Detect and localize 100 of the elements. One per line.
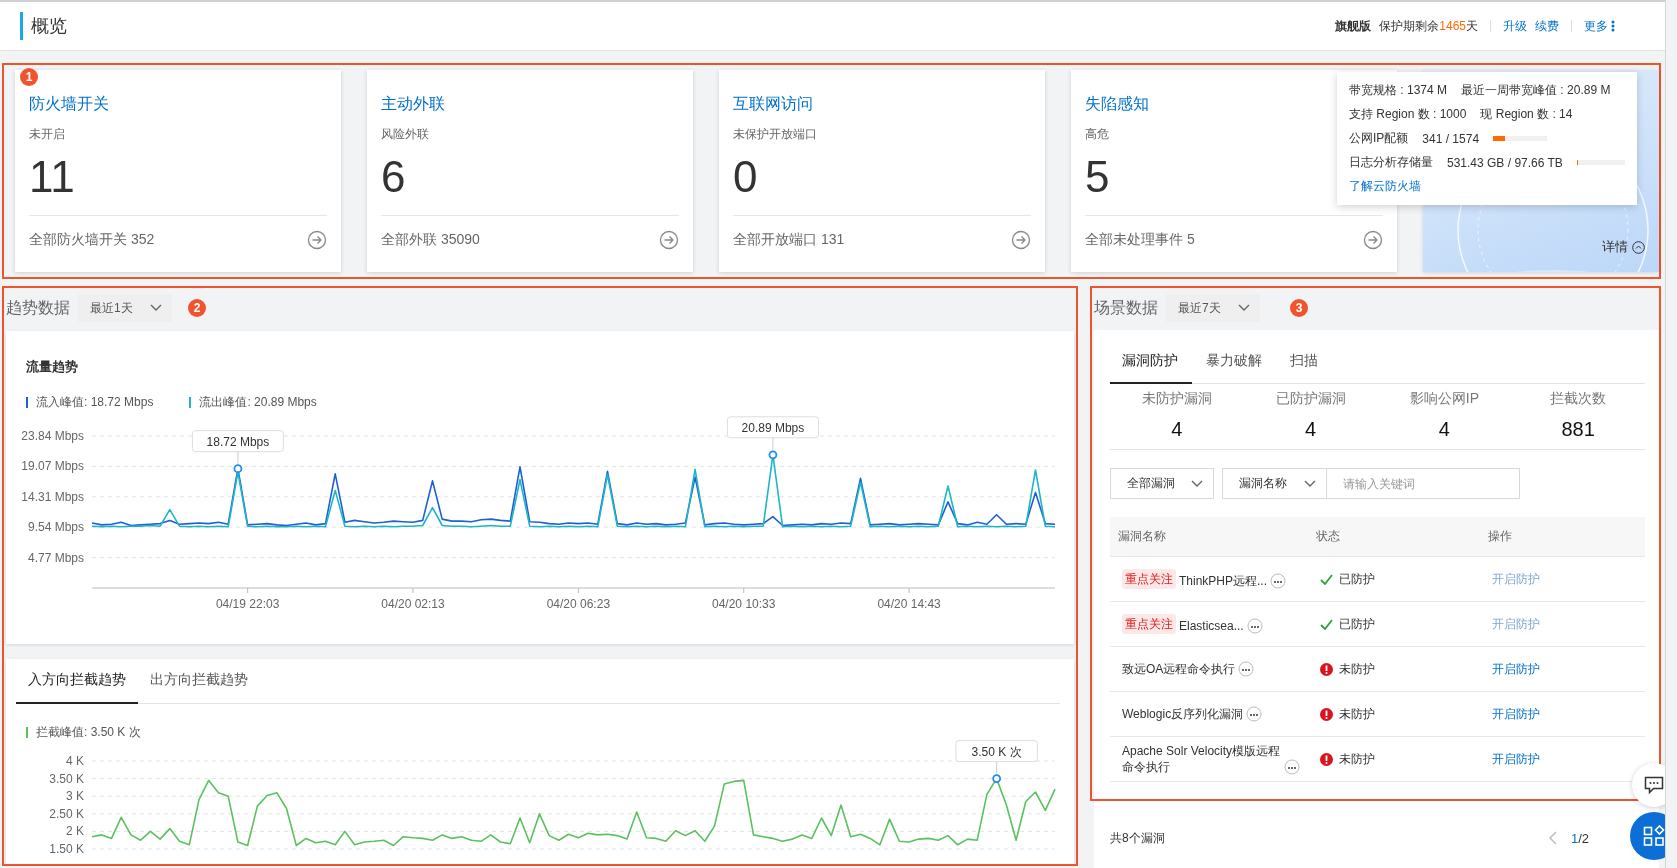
arrow-circle-icon[interactable] <box>1011 230 1031 250</box>
quota-text: 最近一周带宽峰值 : 20.89 M <box>1461 82 1611 99</box>
vulnerability-name: Apache Solr Velocity模版远程命令执行 <box>1122 743 1281 775</box>
stat-number: 4 <box>1304 418 1318 441</box>
more-icon[interactable] <box>1270 573 1287 589</box>
card-footer-text: 全部外联 35090 <box>381 231 480 249</box>
peak-marker <box>992 774 1002 783</box>
chart-tab[interactable]: 入方向拦截趋势 <box>16 659 138 704</box>
usage-meter <box>1493 136 1548 141</box>
header-link[interactable]: 续费 <box>1535 17 1559 35</box>
more-icon[interactable] <box>1246 618 1263 634</box>
stat-number: 4 <box>1437 418 1451 441</box>
chat-icon <box>1644 776 1664 794</box>
scene-tab[interactable]: 漏洞防护 <box>1110 340 1192 384</box>
y-axis-label: 4 K <box>66 754 84 768</box>
card-subtitle: 高危 <box>1085 126 1109 143</box>
stat-value: 11 <box>29 151 75 203</box>
header-link[interactable]: 升级 <box>1503 17 1527 35</box>
range-select[interactable]: 最近1天 <box>78 294 172 322</box>
total-count: 共8个漏洞 <box>1110 829 1165 847</box>
card-subtitle: 风险外联 <box>381 126 429 143</box>
y-axis-label: 2.50 K <box>49 806 84 821</box>
column-header: 操作 <box>1480 517 1645 557</box>
scene-tab[interactable]: 扫描 <box>1276 340 1332 384</box>
step-badge: 3 <box>1290 299 1308 317</box>
edition-label: 旗舰版 <box>1335 17 1372 35</box>
enable-protection-link[interactable]: 开启防护 <box>1492 661 1540 676</box>
stat-value: 6 <box>381 151 406 203</box>
y-axis-label: 4.77 Mbps <box>27 550 84 565</box>
usage-meter <box>1576 160 1625 165</box>
x-axis-label: 04/20 06:23 <box>546 597 611 611</box>
section-title: 趋势数据 <box>6 297 70 318</box>
y-axis-label: 3 K <box>66 789 84 804</box>
annotation: 20.89 Mbps <box>741 420 805 435</box>
arrow-circle-icon[interactable] <box>1363 230 1383 250</box>
more-icon[interactable] <box>1238 661 1255 677</box>
x-axis-label: 04/20 10:33 <box>712 597 776 611</box>
value-callout: 3.50 K 次 <box>955 740 1038 775</box>
card-subtitle: 未保护开放端口 <box>733 126 817 143</box>
quota-text: 现 Region 数 : 14 <box>1480 106 1573 123</box>
learn-more-link[interactable]: 了解云防火墙 <box>1349 178 1625 195</box>
peak-marker <box>768 450 778 460</box>
detail-link[interactable]: 详情 <box>1602 238 1645 256</box>
arrow-circle-icon[interactable] <box>307 230 327 250</box>
arrow-circle-icon[interactable] <box>659 230 679 250</box>
y-axis-label: 3.50 K <box>49 771 84 786</box>
page-title: 概览 <box>31 15 67 38</box>
card-title[interactable]: 防火墙开关 <box>29 94 109 116</box>
card-footer-text: 全部未处理事件 5 <box>1085 231 1195 249</box>
chevron-down-icon <box>1191 479 1203 488</box>
card-subtitle: 未开启 <box>29 126 65 143</box>
y-axis-label: 1.50 K <box>49 842 84 856</box>
value-callout: 18.72 Mbps <box>191 430 284 465</box>
apps-icon <box>1643 825 1665 847</box>
status-text: 未防护 <box>1339 750 1375 768</box>
chart-tab[interactable]: 出方向拦截趋势 <box>138 659 260 704</box>
more-icon[interactable] <box>1284 759 1300 775</box>
section-title: 场景数据 <box>1094 297 1158 318</box>
legend-text: 流出峰值: 20.89 Mbps <box>199 394 317 411</box>
stat-number: 4 <box>1170 418 1184 441</box>
title-accent-bar <box>20 12 23 40</box>
scene-tab[interactable]: 暴力破解 <box>1192 340 1276 384</box>
legend-text: 流入峰值: 18.72 Mbps <box>36 394 154 411</box>
range-select[interactable]: 最近7天 <box>1166 294 1260 322</box>
vulnerability-name: 致远OA远程命令执行 <box>1122 661 1236 677</box>
column-header: 状态 <box>1308 517 1480 557</box>
chart-title: 流量趋势 <box>26 358 79 376</box>
x-axis-label: 04/20 14:43 <box>877 597 941 611</box>
type-select[interactable]: 全部漏洞 <box>1110 468 1214 499</box>
y-axis-label: 23.84 Mbps <box>21 429 84 443</box>
quota-label: 公网IP配额 <box>1349 130 1409 147</box>
more-icon <box>1611 20 1615 32</box>
more-icon[interactable] <box>1246 706 1263 722</box>
enable-protection-link[interactable]: 开启防护 <box>1492 751 1540 766</box>
stat-label: 已防护漏洞 <box>1274 390 1347 408</box>
peak-marker <box>233 464 243 474</box>
card-title[interactable]: 主动外联 <box>381 94 445 116</box>
y-axis-label: 9.54 Mbps <box>27 520 84 535</box>
vulnerability-name: Weblogic反序列化漏洞 <box>1122 706 1244 722</box>
quota-value: 531.43 GB / 97.66 TB <box>1447 155 1563 170</box>
status-text: 未防护 <box>1339 660 1375 678</box>
status-text: 已防护 <box>1339 615 1375 633</box>
chevron-down-icon <box>1304 479 1316 488</box>
enable-protection-link[interactable]: 开启防护 <box>1492 706 1540 721</box>
more-menu-link[interactable]: 更多 <box>1584 17 1615 35</box>
card-title[interactable]: 互联网访问 <box>733 94 813 116</box>
search-field[interactable]: 漏洞名称 请输入关键词 <box>1222 468 1520 499</box>
chevron-up-circle-icon <box>1632 240 1645 254</box>
x-axis-label: 04/20 02:13 <box>381 597 445 611</box>
quota-value: 341 / 1574 <box>1422 131 1480 146</box>
priority-tag: 重点关注 <box>1122 614 1176 634</box>
chevron-down-icon <box>1238 304 1250 312</box>
legend-text: 拦截峰值: 3.50 K 次 <box>36 724 141 741</box>
card-footer-text: 全部防火墙开关 352 <box>29 231 155 249</box>
x-axis-label: 04/19 22:03 <box>215 597 280 611</box>
vulnerability-name: ThinkPHP远程... <box>1179 573 1268 589</box>
annotation: 3.50 K 次 <box>971 744 1022 759</box>
card-title[interactable]: 失陷感知 <box>1085 94 1149 116</box>
card-footer-text: 全部开放端口 131 <box>733 231 845 249</box>
annotation: 18.72 Mbps <box>206 434 270 449</box>
